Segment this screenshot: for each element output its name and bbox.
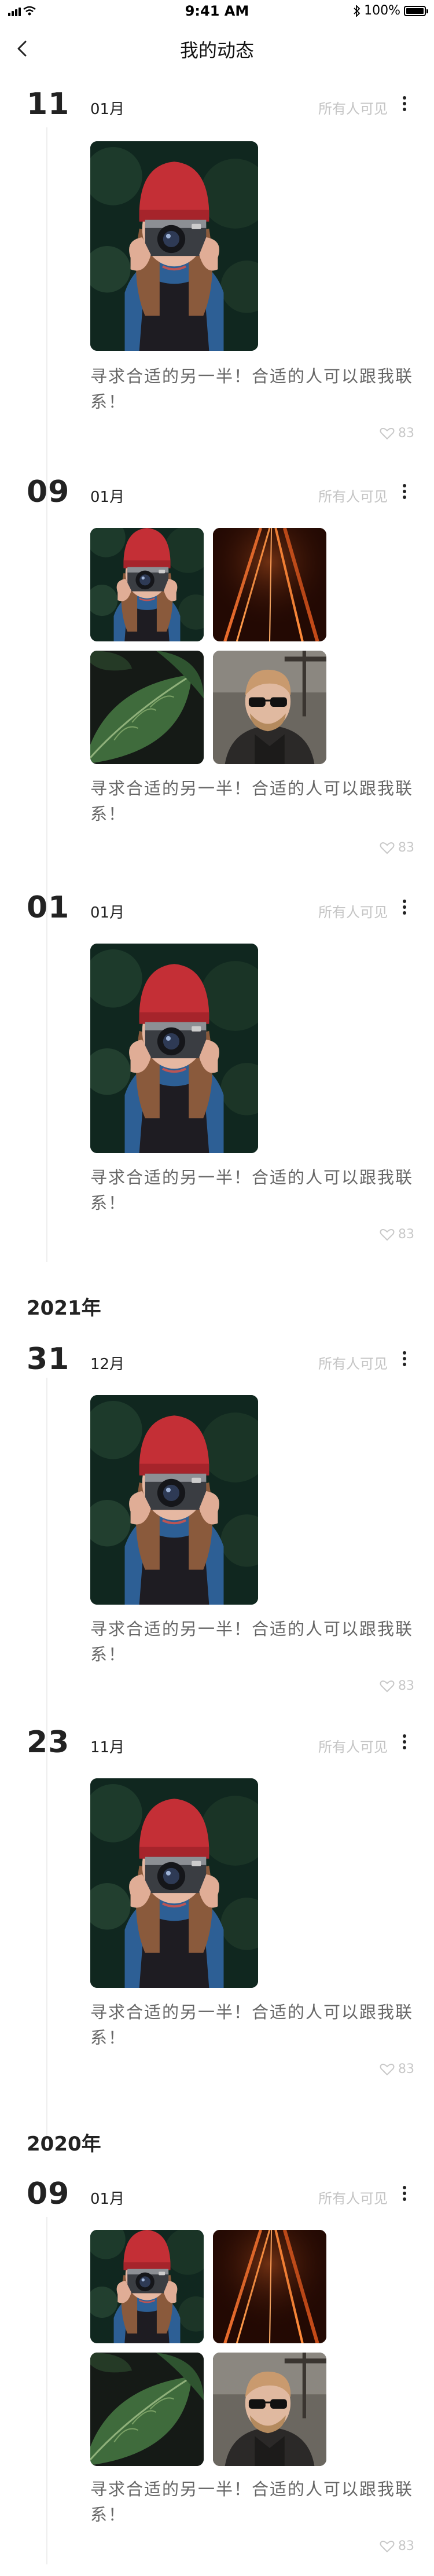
like-button[interactable]: 83: [380, 2539, 414, 2553]
post-photo-camera-girl[interactable]: [90, 528, 204, 641]
like-button[interactable]: 83: [380, 426, 414, 441]
more-options-icon[interactable]: [402, 94, 407, 119]
post-visibility: 所有人可见: [318, 101, 388, 117]
post-photo-camera-girl[interactable]: [90, 1778, 258, 1988]
battery-icon: [404, 5, 428, 16]
post-day: 11: [27, 87, 70, 122]
post-photo-camera-girl[interactable]: [90, 2230, 204, 2343]
post-photo-green-leaf[interactable]: [90, 2353, 204, 2466]
post-text: 寻求合适的另一半！合适的人可以跟我联系！: [90, 779, 414, 824]
like-button[interactable]: 83: [380, 841, 414, 855]
post-photo-light-streaks[interactable]: [213, 2230, 326, 2343]
post-day: 09: [27, 475, 70, 509]
post-text: 寻求合适的另一半！合适的人可以跟我联系！: [90, 1168, 414, 1213]
year-header: 2020年: [27, 2133, 101, 2156]
post-text: 寻求合适的另一半！合适的人可以跟我联系！: [90, 2002, 414, 2047]
post-text: 寻求合适的另一半！合适的人可以跟我联系！: [90, 1619, 414, 1664]
more-options-icon[interactable]: [402, 2184, 407, 2209]
post-visibility: 所有人可见: [318, 1356, 388, 1372]
post-month: 01月: [90, 2190, 125, 2208]
post-visibility: 所有人可见: [318, 904, 388, 920]
like-count: 83: [398, 2539, 414, 2553]
post-photo-man-sunglasses[interactable]: [213, 2353, 326, 2466]
like-count: 83: [398, 1227, 414, 1242]
post-day: 09: [27, 2177, 70, 2211]
post-photo-light-streaks[interactable]: [213, 528, 326, 641]
post-month: 01月: [90, 904, 125, 922]
post-visibility: 所有人可见: [318, 489, 388, 505]
year-header: 2021年: [27, 1297, 101, 1320]
status-right: 100%: [354, 3, 428, 18]
post-photo-camera-girl[interactable]: [90, 944, 258, 1153]
more-options-icon[interactable]: [402, 482, 407, 507]
like-count: 83: [398, 2062, 414, 2076]
nav-bar: 我的动态: [0, 25, 434, 72]
page-title: 我的动态: [179, 39, 254, 61]
more-options-icon[interactable]: [402, 1732, 407, 1757]
heart-outline-icon: [380, 2063, 395, 2075]
post-photo-green-leaf[interactable]: [90, 651, 204, 764]
like-button[interactable]: 83: [380, 1679, 414, 1693]
like-count: 83: [398, 426, 414, 441]
post-day: 23: [27, 1725, 70, 1760]
like-button[interactable]: 83: [380, 2062, 414, 2076]
heart-outline-icon: [380, 1680, 395, 1692]
post-photo-camera-girl[interactable]: [90, 141, 258, 351]
post-month: 12月: [90, 1356, 125, 1373]
more-options-icon[interactable]: [402, 897, 407, 923]
post-month: 01月: [90, 101, 125, 118]
heart-outline-icon: [380, 2540, 395, 2552]
battery-percent: 100%: [364, 3, 400, 18]
post-month: 11月: [90, 1739, 125, 1756]
status-bar: 9:41 AM 100%: [0, 0, 434, 23]
post-photo-camera-girl[interactable]: [90, 1395, 258, 1605]
more-options-icon[interactable]: [402, 1349, 407, 1374]
post-visibility: 所有人可见: [318, 2190, 388, 2207]
post-day: 31: [27, 1342, 70, 1377]
post-month: 01月: [90, 489, 125, 506]
post-text: 寻求合适的另一半！合适的人可以跟我联系！: [90, 366, 414, 412]
like-count: 83: [398, 841, 414, 855]
bluetooth-icon: [354, 5, 361, 17]
timeline-line: [46, 2217, 47, 2564]
heart-outline-icon: [380, 427, 395, 439]
heart-outline-icon: [380, 1228, 395, 1241]
post-photo-man-sunglasses[interactable]: [213, 651, 326, 764]
heart-outline-icon: [380, 842, 395, 854]
post-day: 01: [27, 890, 70, 925]
post-visibility: 所有人可见: [318, 1739, 388, 1755]
like-count: 83: [398, 1679, 414, 1693]
post-text: 寻求合适的另一半！合适的人可以跟我联系！: [90, 2479, 414, 2524]
like-button[interactable]: 83: [380, 1227, 414, 1242]
timeline-line: [46, 127, 47, 1262]
